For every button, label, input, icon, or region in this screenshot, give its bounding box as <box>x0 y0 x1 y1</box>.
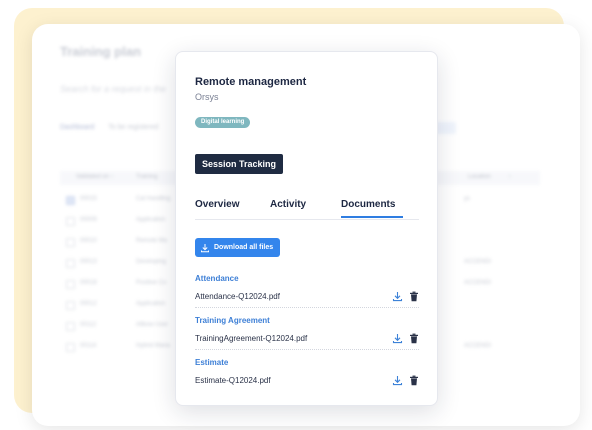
course-title: Remote management <box>195 76 307 88</box>
file-name[interactable]: Estimate-Q12024.pdf <box>195 376 271 385</box>
file-name[interactable]: Attendance-Q12024.pdf <box>195 292 280 301</box>
row-training: Cal Handling <box>136 196 171 202</box>
tab-documents[interactable]: Documents <box>341 199 395 210</box>
section-label-attendance: Attendance <box>195 274 239 283</box>
modal-tabs: Overview Activity Documents <box>195 199 419 220</box>
column-location[interactable]: Location <box>468 174 491 180</box>
row-id: 00112 <box>80 322 97 328</box>
row-training: Application <box>136 217 166 223</box>
page-title: Training plan <box>60 44 141 59</box>
row-location: ACCENDI <box>464 280 492 286</box>
row-training: Application <box>136 301 166 307</box>
tab-to-be-registered[interactable]: To be registered <box>108 124 158 131</box>
row-checkbox[interactable] <box>66 301 75 310</box>
row-checkbox[interactable] <box>66 196 75 205</box>
file-row-training-agreement: TrainingAgreement-Q12024.pdf <box>195 331 419 350</box>
column-sort[interactable]: ↑ <box>508 174 511 180</box>
row-location: ys <box>464 196 470 202</box>
row-training: Positive Co <box>136 280 167 286</box>
row-id: 00018 <box>80 280 97 286</box>
download-icon <box>200 243 210 253</box>
column-training[interactable]: Training <box>136 174 157 180</box>
row-checkbox[interactable] <box>66 322 75 331</box>
download-icon[interactable] <box>392 375 403 386</box>
format-badge: Digital learning <box>195 117 251 128</box>
row-id: 00015 <box>80 196 97 202</box>
row-checkbox[interactable] <box>66 238 75 247</box>
row-checkbox[interactable] <box>66 280 75 289</box>
tab-activity[interactable]: Activity <box>270 199 306 210</box>
download-all-label: Download all files <box>214 244 274 251</box>
file-row-estimate: Estimate-Q12024.pdf <box>195 373 419 391</box>
session-tracking-button[interactable]: Session Tracking <box>195 154 284 174</box>
section-label-estimate: Estimate <box>195 358 229 367</box>
file-name[interactable]: TrainingAgreement-Q12024.pdf <box>195 334 307 343</box>
tab-overview[interactable]: Overview <box>195 199 239 210</box>
row-training: Remote Ma <box>136 238 168 244</box>
download-all-button[interactable]: Download all files <box>195 238 281 257</box>
row-location: ACCENDI <box>464 343 492 349</box>
section-label-training-agreement: Training Agreement <box>195 316 270 325</box>
column-validated-on[interactable]: Validated on ↑ <box>76 174 114 180</box>
background-tabs: Dashboard To be registered <box>60 124 158 131</box>
download-icon[interactable] <box>392 333 403 344</box>
row-training: Hybrid Mana <box>136 343 171 349</box>
training-detail-modal: Remote management Orsys Digital learning… <box>175 51 438 406</box>
row-id: 00114 <box>80 343 97 349</box>
trash-icon[interactable] <box>409 291 419 302</box>
tab-dashboard[interactable]: Dashboard <box>60 124 94 131</box>
row-checkbox[interactable] <box>66 343 75 352</box>
row-location: ACCENDI <box>464 259 492 265</box>
trash-icon[interactable] <box>409 375 419 386</box>
active-tab-indicator <box>341 216 403 218</box>
download-icon[interactable] <box>392 291 403 302</box>
search-input[interactable]: Search for a request in the <box>60 84 180 94</box>
row-id: 00013 <box>80 259 97 265</box>
row-id: 00012 <box>80 301 97 307</box>
row-training: Developing <box>136 259 167 265</box>
row-checkbox[interactable] <box>66 217 75 226</box>
row-id: 00010 <box>80 238 97 244</box>
row-checkbox[interactable] <box>66 259 75 268</box>
row-id: 00009 <box>80 217 97 223</box>
file-row-attendance: Attendance-Q12024.pdf <box>195 289 419 308</box>
row-training: Allbow User <box>136 322 169 328</box>
trash-icon[interactable] <box>409 333 419 344</box>
course-provider: Orsys <box>195 92 219 102</box>
